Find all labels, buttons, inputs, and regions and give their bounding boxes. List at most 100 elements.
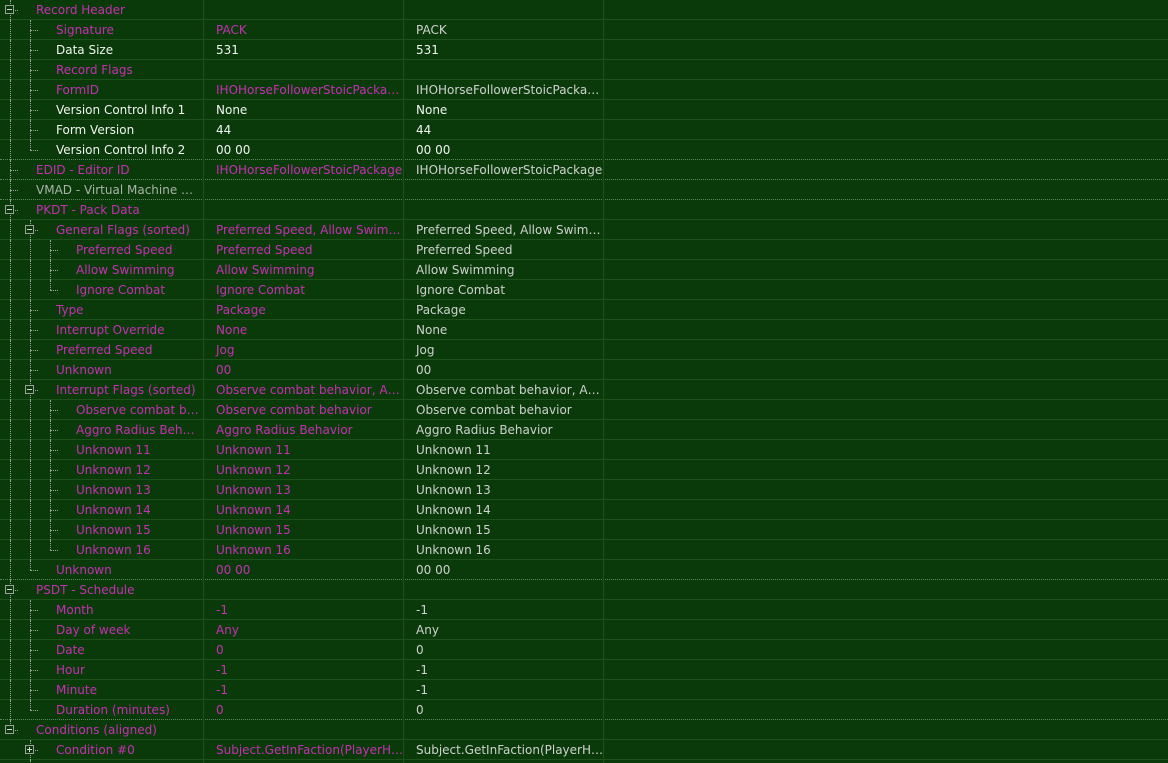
value-cell-secondary[interactable]: -1 <box>404 679 604 700</box>
expand-icon[interactable] <box>25 744 34 754</box>
tree-row[interactable]: Aggro Radius Behavior Aggro Radius Behavi… <box>0 419 1168 440</box>
value-cell-secondary[interactable]: -1 <box>404 599 604 620</box>
field-name-cell[interactable]: Condition #1 <box>0 759 204 763</box>
tree-row[interactable]: Type Package Package <box>0 299 1168 320</box>
field-name-cell[interactable]: Month <box>0 599 204 620</box>
field-name-cell[interactable]: Preferred Speed <box>0 239 204 260</box>
value-cell-secondary[interactable]: Subject.GetInFaction(PlayerHors... <box>404 739 604 760</box>
tree-row[interactable]: Version Control Info 1 None None <box>0 99 1168 120</box>
field-name-cell[interactable]: Ignore Combat <box>0 279 204 300</box>
field-name-cell[interactable]: Condition #0 <box>0 739 204 760</box>
tree-row[interactable]: Version Control Info 2 00 00 00 00 <box>0 139 1168 160</box>
value-cell-secondary[interactable]: 531 <box>404 39 604 60</box>
value-cell-primary[interactable]: Unknown 14 <box>204 499 404 520</box>
value-cell-secondary[interactable] <box>404 579 604 600</box>
value-cell-primary[interactable] <box>204 0 404 20</box>
value-cell-secondary[interactable] <box>404 179 604 200</box>
field-name-cell[interactable]: PKDT - Pack Data <box>0 199 204 220</box>
tree-row[interactable]: Hour -1 -1 <box>0 659 1168 680</box>
tree-row[interactable]: Preferred Speed Jog Jog <box>0 339 1168 360</box>
value-cell-primary[interactable]: 00 <box>204 359 404 380</box>
tree-row[interactable]: Interrupt Flags (sorted) Observe combat b… <box>0 379 1168 400</box>
field-name-cell[interactable]: Aggro Radius Behavior <box>0 419 204 440</box>
field-name-cell[interactable]: Version Control Info 2 <box>0 139 204 160</box>
value-cell-secondary[interactable]: Unknown 12 <box>404 459 604 480</box>
field-name-cell[interactable]: Date <box>0 639 204 660</box>
value-cell-secondary[interactable]: Aggro Radius Behavior <box>404 419 604 440</box>
field-name-cell[interactable]: Unknown 11 <box>0 439 204 460</box>
field-name-cell[interactable]: Conditions (aligned) <box>0 719 204 740</box>
field-name-cell[interactable]: Signature <box>0 19 204 40</box>
value-cell-secondary[interactable]: None <box>404 99 604 120</box>
value-cell-primary[interactable]: 0 <box>204 639 404 660</box>
value-cell-primary[interactable] <box>204 179 404 200</box>
value-cell-primary[interactable]: 44 <box>204 119 404 140</box>
tree-row[interactable]: Condition #0 Subject.GetInFaction(PlayerH… <box>0 739 1168 760</box>
record-tree-grid[interactable]: Record Header Signature PACK PACK Data Size 5… <box>0 0 1168 763</box>
field-name-cell[interactable]: Duration (minutes) <box>0 699 204 720</box>
collapse-icon[interactable] <box>5 204 14 214</box>
tree-row[interactable]: Form Version 44 44 <box>0 119 1168 140</box>
value-cell-secondary[interactable]: Subject.GetInFaction(PlayerHors... <box>404 759 604 763</box>
tree-row[interactable]: EDID - Editor ID IHOHorseFollowerStoicPac… <box>0 159 1168 180</box>
field-name-cell[interactable]: Unknown 15 <box>0 519 204 540</box>
value-cell-primary[interactable]: Aggro Radius Behavior <box>204 419 404 440</box>
tree-row[interactable]: Duration (minutes) 0 0 <box>0 699 1168 720</box>
value-cell-primary[interactable]: Subject.GetInFaction(PlayerHors... <box>204 759 404 763</box>
value-cell-secondary[interactable]: Observe combat behavior, Aggr... <box>404 379 604 400</box>
value-cell-primary[interactable]: -1 <box>204 599 404 620</box>
collapse-icon[interactable] <box>25 384 34 394</box>
collapse-icon[interactable] <box>5 724 14 734</box>
value-cell-secondary[interactable]: Unknown 16 <box>404 539 604 560</box>
value-cell-secondary[interactable]: -1 <box>404 659 604 680</box>
value-cell-secondary[interactable]: IHOHorseFollowerStoicPackage ... <box>404 79 604 100</box>
value-cell-primary[interactable]: None <box>204 99 404 120</box>
tree-row[interactable]: Unknown 12 Unknown 12 Unknown 12 <box>0 459 1168 480</box>
value-cell-primary[interactable]: -1 <box>204 679 404 700</box>
field-name-cell[interactable]: Minute <box>0 679 204 700</box>
value-cell-primary[interactable]: Unknown 16 <box>204 539 404 560</box>
field-name-cell[interactable]: Unknown 14 <box>0 499 204 520</box>
tree-row[interactable]: Minute -1 -1 <box>0 679 1168 700</box>
field-name-cell[interactable]: Data Size <box>0 39 204 60</box>
value-cell-secondary[interactable]: Unknown 11 <box>404 439 604 460</box>
value-cell-secondary[interactable]: Unknown 15 <box>404 519 604 540</box>
value-cell-primary[interactable]: Preferred Speed, Allow Swimmin... <box>204 219 404 240</box>
value-cell-secondary[interactable] <box>404 719 604 740</box>
value-cell-primary[interactable] <box>204 719 404 740</box>
field-name-cell[interactable]: Allow Swimming <box>0 259 204 280</box>
value-cell-primary[interactable]: Package <box>204 299 404 320</box>
tree-row[interactable]: General Flags (sorted) Preferred Speed, A… <box>0 219 1168 240</box>
value-cell-primary[interactable]: None <box>204 319 404 340</box>
tree-row[interactable]: Day of week Any Any <box>0 619 1168 640</box>
field-name-cell[interactable]: Type <box>0 299 204 320</box>
value-cell-primary[interactable]: IHOHorseFollowerStoicPackage <box>204 159 404 180</box>
tree-row[interactable]: Observe combat beh... Observe combat beha… <box>0 399 1168 420</box>
tree-row[interactable]: PSDT - Schedule <box>0 579 1168 600</box>
value-cell-secondary[interactable]: PACK <box>404 19 604 40</box>
field-name-cell[interactable]: Unknown 16 <box>0 539 204 560</box>
field-name-cell[interactable]: Observe combat beh... <box>0 399 204 420</box>
collapse-icon[interactable] <box>5 584 14 594</box>
tree-row[interactable]: VMAD - Virtual Machine Ada... <box>0 179 1168 200</box>
tree-row[interactable]: Date 0 0 <box>0 639 1168 660</box>
value-cell-primary[interactable]: Ignore Combat <box>204 279 404 300</box>
value-cell-secondary[interactable] <box>404 199 604 220</box>
tree-row[interactable]: FormID IHOHorseFollowerStoicPackage ... IH… <box>0 79 1168 100</box>
value-cell-primary[interactable]: IHOHorseFollowerStoicPackage ... <box>204 79 404 100</box>
value-cell-secondary[interactable]: Ignore Combat <box>404 279 604 300</box>
tree-row[interactable]: Record Header <box>0 0 1168 20</box>
value-cell-secondary[interactable]: Jog <box>404 339 604 360</box>
tree-row[interactable]: PKDT - Pack Data <box>0 199 1168 220</box>
value-cell-primary[interactable] <box>204 59 404 80</box>
value-cell-secondary[interactable]: Observe combat behavior <box>404 399 604 420</box>
value-cell-secondary[interactable]: Preferred Speed <box>404 239 604 260</box>
value-cell-primary[interactable]: 00 00 <box>204 559 404 580</box>
tree-row[interactable]: Conditions (aligned) <box>0 719 1168 740</box>
field-name-cell[interactable]: Unknown <box>0 559 204 580</box>
field-name-cell[interactable]: Hour <box>0 659 204 680</box>
value-cell-primary[interactable]: PACK <box>204 19 404 40</box>
field-name-cell[interactable]: Preferred Speed <box>0 339 204 360</box>
field-name-cell[interactable]: Form Version <box>0 119 204 140</box>
value-cell-secondary[interactable]: 00 00 <box>404 139 604 160</box>
